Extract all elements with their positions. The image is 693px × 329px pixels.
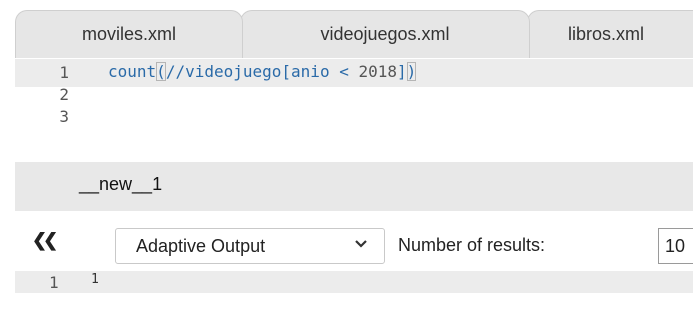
result-tab[interactable]: __new__1 <box>79 174 162 195</box>
tab-label: videojuegos.xml <box>320 24 450 44</box>
file-tab-bar: moviles.xml videojuegos.xml libros.xml <box>0 0 693 58</box>
line-number-gutter: 1 2 3 <box>15 58 82 162</box>
output-mode-select[interactable]: Adaptive Output <box>115 228 385 264</box>
results-count-input[interactable]: 10 <box>658 228 693 264</box>
tab-label: libros.xml <box>568 24 645 44</box>
code-function: count <box>108 62 157 81</box>
tab-libros-xml[interactable]: libros.xml <box>527 10 693 58</box>
query-editor[interactable]: 1 2 3 count(//videojuego[anio < 2018]) <box>15 58 693 162</box>
matched-open-paren: ( <box>156 62 166 81</box>
line-number: 2 <box>59 85 69 104</box>
line-number: 1 <box>59 63 69 82</box>
output-viewer: 1 1 <box>15 271 693 329</box>
tab-label: moviles.xml <box>81 24 176 44</box>
double-chevron-left-icon[interactable]: ❮❮ <box>32 231 58 249</box>
code-number: 2018 <box>358 62 397 81</box>
code-line-1[interactable]: count(//videojuego[anio < 2018]) <box>108 61 417 83</box>
code-path: //videojuego[anio < <box>165 62 359 81</box>
output-mode-value: Adaptive Output <box>136 236 266 256</box>
tab-moviles-xml[interactable]: moviles.xml <box>15 10 243 58</box>
output-value: 1 <box>91 272 99 287</box>
output-line-number: 1 <box>49 273 59 292</box>
line-number: 3 <box>59 107 69 126</box>
output-line-highlight <box>15 271 693 293</box>
result-tab-bar: __new__1 <box>15 162 693 211</box>
results-count-label: Number of results: <box>398 235 546 255</box>
tab-videojuegos-xml[interactable]: videojuegos.xml <box>240 10 530 58</box>
chevron-down-icon <box>355 240 367 248</box>
output-toolbar: ❮❮ Adaptive Output Number of results: 10 <box>15 211 693 271</box>
matched-close-paren: ) <box>406 62 417 81</box>
code-close-bracket: ] <box>397 62 407 81</box>
